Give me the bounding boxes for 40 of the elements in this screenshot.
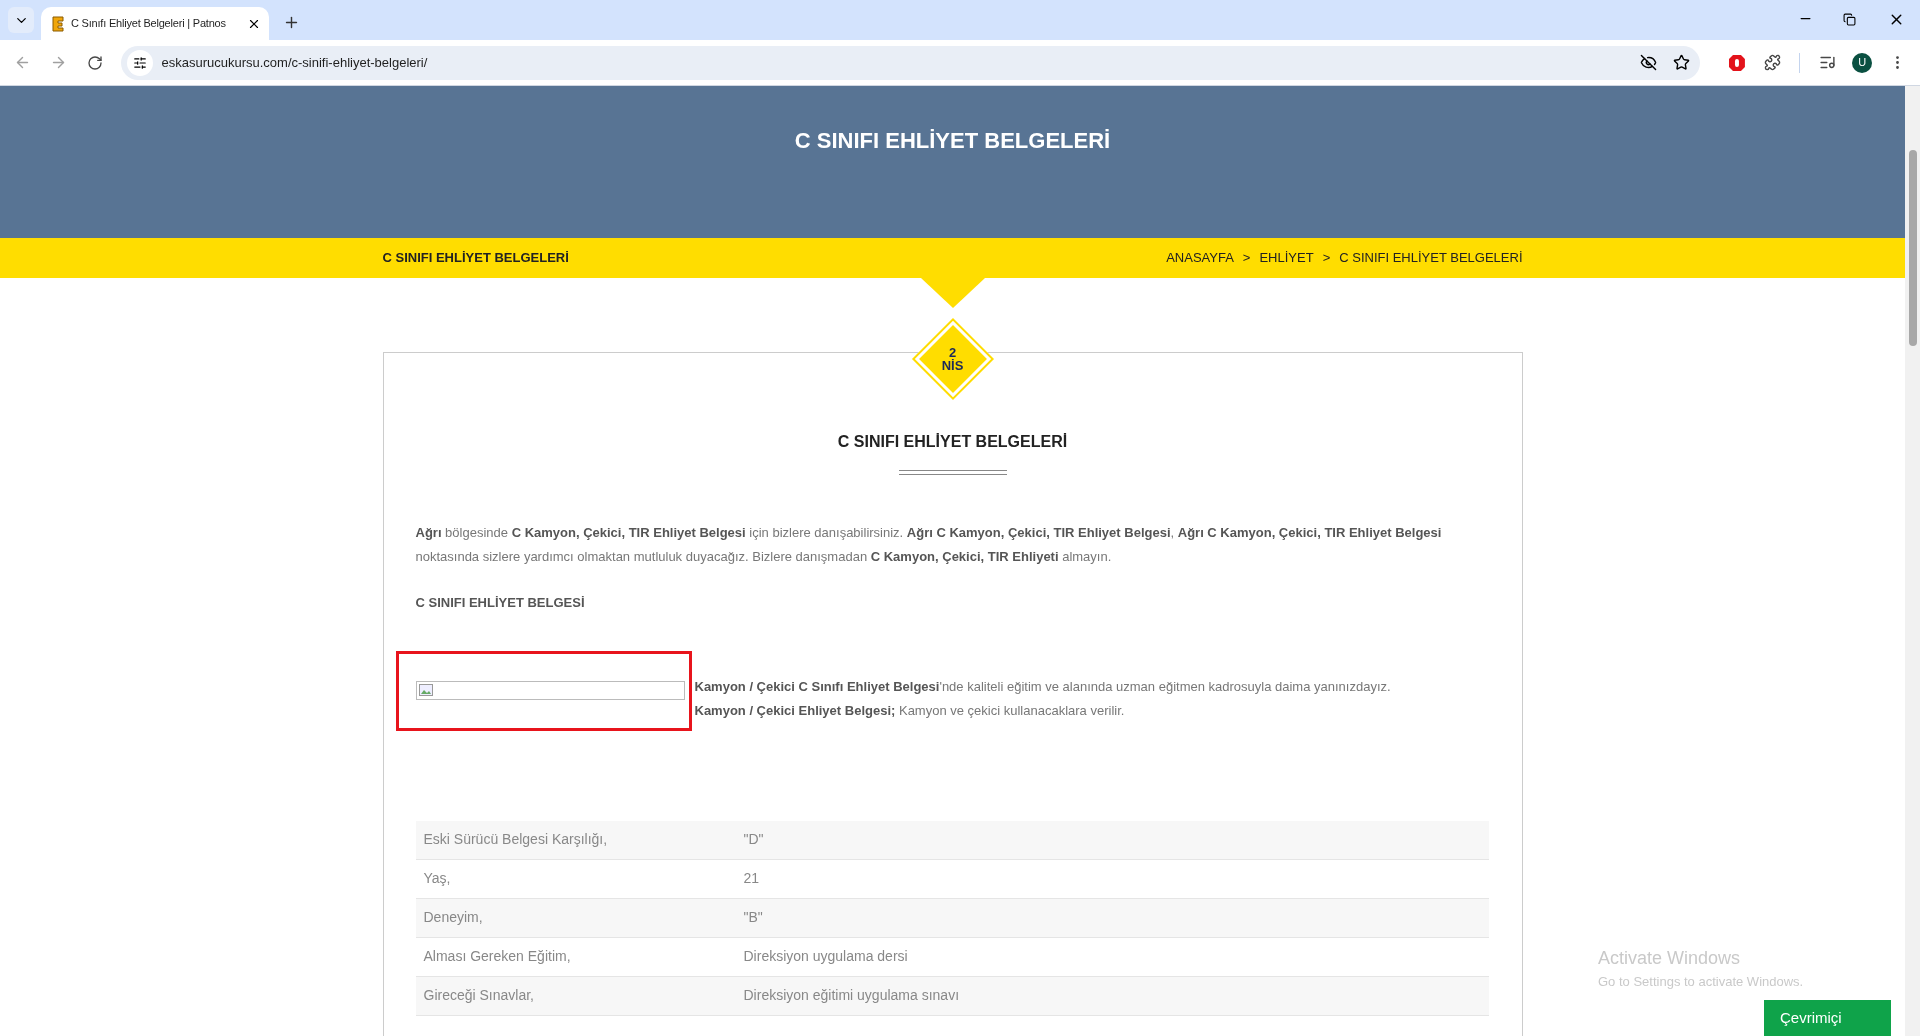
article-title: C SINIFI EHLİYET BELGELERİ bbox=[836, 432, 1069, 452]
breadcrumb-separator: > bbox=[1322, 249, 1331, 268]
tab-list-button[interactable] bbox=[8, 7, 34, 33]
page-title: C SINIFI EHLİYET BELGELERİ bbox=[794, 127, 1111, 154]
media-icon[interactable] bbox=[1818, 54, 1836, 71]
table-cell-text: Gireceği Sınavlar, bbox=[422, 986, 535, 1005]
tab-title: C Sınıfı Ehliyet Belgeleri | Patnos bbox=[71, 16, 227, 32]
extensions-icon[interactable] bbox=[1764, 54, 1781, 71]
table-cell-text: "B" bbox=[743, 908, 763, 927]
star-icon[interactable] bbox=[1672, 54, 1690, 71]
date-month: NİS bbox=[941, 359, 964, 372]
eye-off-icon[interactable] bbox=[1639, 54, 1657, 71]
breadcrumb-link[interactable]: C SINIFI EHLİYET BELGELERİ bbox=[1339, 248, 1523, 268]
table-cell-text: Alması Gereken Eğitim, bbox=[422, 947, 572, 966]
address-bar[interactable]: eskasurucukursu.com/c-sinifi-ehliyet-belgeleri/ bbox=[121, 45, 1700, 80]
browser-tab[interactable]: C Sınıfı Ehliyet Belgeleri | Patnos bbox=[41, 7, 269, 40]
letter-favicon-icon bbox=[51, 15, 65, 32]
table-cell-text: Yaş, bbox=[422, 869, 452, 888]
intro-paragraph: Ağrı bölgesinde C Kamyon, Çekici, TIR Ehliyet Belgesi için bizlere danışabilirsiniz. Ağrı C Kamyon, Çekici, TIR Ehliyet Belgesi, Ağrı C Kamyon, Çekici, TIR Ehliyet Belgesi noktasında sizlere yardımcı olmaktan mutluluk duyacağız. Bizlere danışmadan C Kamyon, Çekici, TIR Ehliyeti almayın. bbox=[415, 524, 1443, 566]
table-cell-text: Deneyim, bbox=[422, 908, 484, 927]
breadcrumb-page-label: C SINIFI EHLİYET BELGELERİ bbox=[382, 249, 569, 268]
breadcrumb-separator: > bbox=[1242, 249, 1251, 268]
stop-sign-icon[interactable] bbox=[1727, 53, 1746, 72]
new-tab-icon[interactable] bbox=[283, 14, 300, 31]
section-subheading: C SINIFI EHLİYET BELGESİ bbox=[415, 594, 586, 612]
table-cell-text: "D" bbox=[743, 830, 764, 849]
breadcrumb-link[interactable]: EHLİYET bbox=[1259, 248, 1314, 268]
url-text: eskasurucukursu.com/c-sinifi-ehliyet-belgeleri/ bbox=[161, 53, 428, 72]
table-cell-text: Direksiyon uygulama dersi bbox=[743, 947, 908, 966]
breadcrumb-link[interactable]: ANASAYFA bbox=[1166, 248, 1234, 268]
date-day: 2 bbox=[948, 346, 957, 359]
reload-icon[interactable] bbox=[86, 54, 103, 71]
site-info-icon[interactable] bbox=[133, 55, 148, 70]
scrollbar[interactable] bbox=[1905, 86, 1920, 1036]
table-cell-text: Direksiyon eğitimi uygulama sınavı bbox=[743, 986, 960, 1005]
profile-avatar[interactable]: U bbox=[1852, 52, 1873, 73]
table-cell-text: Eski Sürücü Belgesi Karşılığı, bbox=[422, 830, 609, 849]
table-cell-text: 21 bbox=[743, 869, 760, 888]
restore-icon[interactable] bbox=[1843, 13, 1856, 26]
image-caption-paragraph: Kamyon / Çekici C Sınıfı Ehliyet Belgesi'nde kaliteli eğitim ve alanında uzman eğitmen kadrosuyla daima yanınızdayız. Kamyon / Çekici Ehliyet Belgesi; Kamyon ve çekici kullanacaklara verilir. bbox=[694, 677, 1392, 720]
